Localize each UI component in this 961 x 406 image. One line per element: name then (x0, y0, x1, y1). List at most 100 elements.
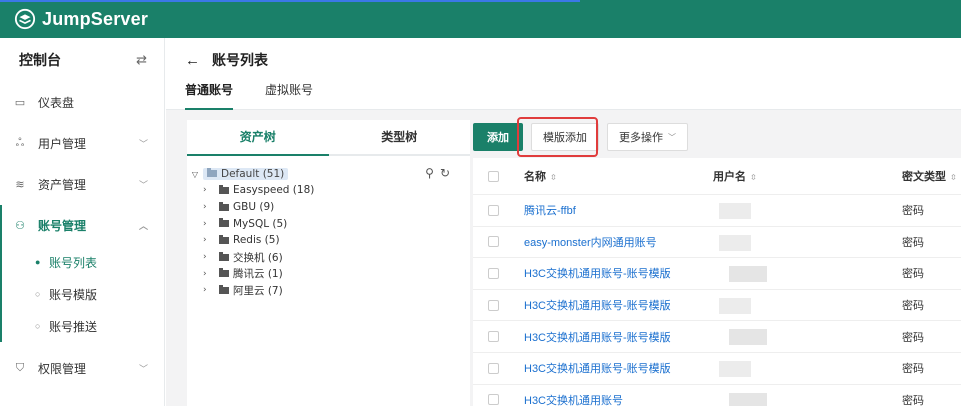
jumpserver-logo-icon (14, 8, 36, 30)
tree-tools: ⚲↻ (425, 166, 456, 180)
column-header-secret-type[interactable]: 密文类型 ⇳ (902, 168, 957, 184)
refresh-icon[interactable]: ↻ (440, 166, 456, 180)
switch-icon[interactable]: ⇄ (136, 52, 147, 68)
account-list-panel: 添加 模版添加 更多操作 ﹀ 名称 ⇳ 用户名 ⇳ 密文类型 ⇳ 腾讯云-ffbf 密码… (473, 117, 961, 406)
table-row[interactable]: H3C交换机通用账号-账号模版 密码 (473, 353, 961, 385)
cell-name: H3C交换机通用账号-账号模版 (524, 329, 713, 345)
tree-node[interactable]: › 阿里云 (7) (187, 282, 470, 299)
table-row[interactable]: easy-monster内网通用账号 密码 (473, 227, 961, 259)
accounts-table: 名称 ⇳ 用户名 ⇳ 密文类型 ⇳ 腾讯云-ffbf 密码 easy-monster内… (473, 158, 961, 406)
cell-name: 腾讯云-ffbf (524, 202, 713, 218)
tree-node[interactable]: › MySQL (5) (187, 215, 470, 232)
table-row[interactable]: H3C交换机通用账号 密码 (473, 385, 961, 406)
sidebar-item-label: 用户管理 (38, 137, 87, 151)
chevron-right-icon[interactable]: › (203, 202, 219, 212)
table-row[interactable]: H3C交换机通用账号-账号模版 密码 (473, 258, 961, 290)
sort-icon[interactable]: ⇳ (550, 173, 557, 182)
header-label: 用户名 (713, 171, 746, 183)
back-arrow-icon[interactable]: ← (185, 52, 200, 69)
page-title: 账号列表 (212, 52, 268, 68)
app-logo[interactable]: JumpServer (14, 8, 148, 30)
tree-node-label: 阿里云 (7) (233, 284, 283, 297)
sidebar-item-label: 资产管理 (38, 178, 87, 192)
table-row[interactable]: H3C交换机通用账号-账号模版 密码 (473, 290, 961, 322)
chevron-down-icon: ﹀ (138, 139, 148, 149)
tab-virtual-accounts[interactable]: 虚拟账号 (265, 82, 313, 110)
sidebar-title: 控制台 (19, 52, 61, 68)
tree-panel: 资产树 类型树 ⚲↻ ▽ Default (51) › Easyspeed (18… (187, 120, 470, 406)
bullet-icon: ● (35, 257, 41, 267)
highlight-box (517, 117, 598, 157)
table-row[interactable]: H3C交换机通用账号-账号模版 密码 (473, 321, 961, 353)
cell-username (713, 195, 902, 226)
cell-secret-type: 密码 (902, 363, 924, 376)
table-row[interactable]: 腾讯云-ffbf 密码 (473, 195, 961, 227)
row-checkbox[interactable] (488, 236, 499, 248)
main-area: ← 账号列表 普通账号 虚拟账号 资产树 类型树 ⚲↻ ▽ Default (5… (166, 38, 961, 406)
cell-username (713, 385, 902, 406)
tree-node[interactable]: › Easyspeed (18) (187, 182, 470, 199)
sidebar-item-users[interactable]: ஃ 用户管理 ﹀ (0, 123, 164, 164)
chevron-right-icon[interactable]: › (203, 185, 219, 195)
more-actions-button[interactable]: 更多操作 ﹀ (607, 123, 688, 151)
select-all-checkbox[interactable] (488, 170, 499, 182)
tree-node[interactable]: › 腾讯云 (1) (187, 265, 470, 282)
tree-root-label[interactable]: Default (51) (203, 168, 289, 180)
row-checkbox[interactable] (488, 267, 499, 279)
redacted-username (719, 360, 751, 377)
row-checkbox[interactable] (488, 204, 499, 216)
tab-type-tree[interactable]: 类型树 (328, 120, 470, 156)
sidebar-subitem-account-list[interactable]: ● 账号列表 (0, 246, 164, 278)
row-checkbox[interactable] (488, 299, 499, 311)
row-checkbox[interactable] (488, 362, 499, 374)
sidebar-subitem-account-push[interactable]: ○ 账号推送 (0, 310, 164, 342)
chevron-down-icon[interactable]: ▽ (187, 170, 203, 179)
redacted-username (719, 297, 751, 314)
account-link[interactable]: H3C交换机通用账号 (524, 395, 623, 406)
account-link[interactable]: H3C交换机通用账号-账号模版 (524, 268, 671, 280)
account-tabs: 普通账号 虚拟账号 (185, 82, 961, 110)
chevron-right-icon[interactable]: › (203, 235, 219, 245)
column-header-username[interactable]: 用户名 ⇳ (713, 168, 902, 184)
tree-node[interactable]: › Redis (5) (187, 232, 470, 249)
search-icon[interactable]: ⚲ (425, 166, 440, 180)
tab-asset-tree[interactable]: 资产树 (187, 120, 329, 156)
sidebar-item-dashboard[interactable]: ▭ 仪表盘 (0, 82, 164, 123)
folder-icon (219, 268, 229, 278)
account-link[interactable]: easy-monster内网通用账号 (524, 237, 657, 249)
chevron-right-icon[interactable]: › (203, 285, 219, 295)
cell-secret-type: 密码 (902, 205, 924, 218)
sidebar-item-accounts[interactable]: ⚇ 账号管理 ︿ (0, 205, 164, 246)
sort-icon[interactable]: ⇳ (950, 173, 957, 182)
sidebar-item-label: 账号管理 (38, 219, 87, 233)
cell-username (713, 290, 902, 321)
sidebar-item-permissions[interactable]: ⛉ 权限管理 ﹀ (0, 348, 164, 389)
chevron-right-icon[interactable]: › (203, 269, 219, 279)
row-checkbox[interactable] (488, 394, 499, 406)
row-checkbox[interactable] (488, 331, 499, 343)
tree-node[interactable]: › 交换机 (6) (187, 249, 470, 266)
tab-normal-accounts[interactable]: 普通账号 (185, 82, 234, 110)
add-button[interactable]: 添加 (473, 123, 523, 151)
header-label: 名称 (524, 171, 546, 183)
account-link[interactable]: H3C交换机通用账号-账号模版 (524, 332, 671, 344)
cell-name: H3C交换机通用账号 (524, 392, 713, 406)
chevron-right-icon[interactable]: › (203, 252, 219, 262)
sort-icon[interactable]: ⇳ (750, 173, 757, 182)
tree-node[interactable]: › GBU (9) (187, 199, 470, 216)
column-header-name[interactable]: 名称 ⇳ (524, 168, 713, 184)
sidebar-subitem-account-template[interactable]: ○ 账号模版 (0, 278, 164, 310)
account-link[interactable]: H3C交换机通用账号-账号模版 (524, 300, 671, 312)
tree-root-text: Default (51) (221, 168, 285, 180)
tree-node-label: GBU (9) (233, 201, 275, 214)
chevron-right-icon[interactable]: › (203, 219, 219, 229)
account-link[interactable]: H3C交换机通用账号-账号模版 (524, 363, 671, 375)
cell-name: H3C交换机通用账号-账号模版 (524, 297, 713, 313)
sidebar-item-assets[interactable]: ≋ 资产管理 ﹀ (0, 164, 164, 205)
more-actions-label: 更多操作 (619, 132, 663, 144)
account-link[interactable]: 腾讯云-ffbf (524, 205, 576, 217)
folder-open-icon (207, 168, 217, 177)
cell-name: easy-monster内网通用账号 (524, 234, 713, 250)
cell-secret-type: 密码 (902, 331, 924, 344)
users-icon: ஃ (15, 136, 25, 149)
